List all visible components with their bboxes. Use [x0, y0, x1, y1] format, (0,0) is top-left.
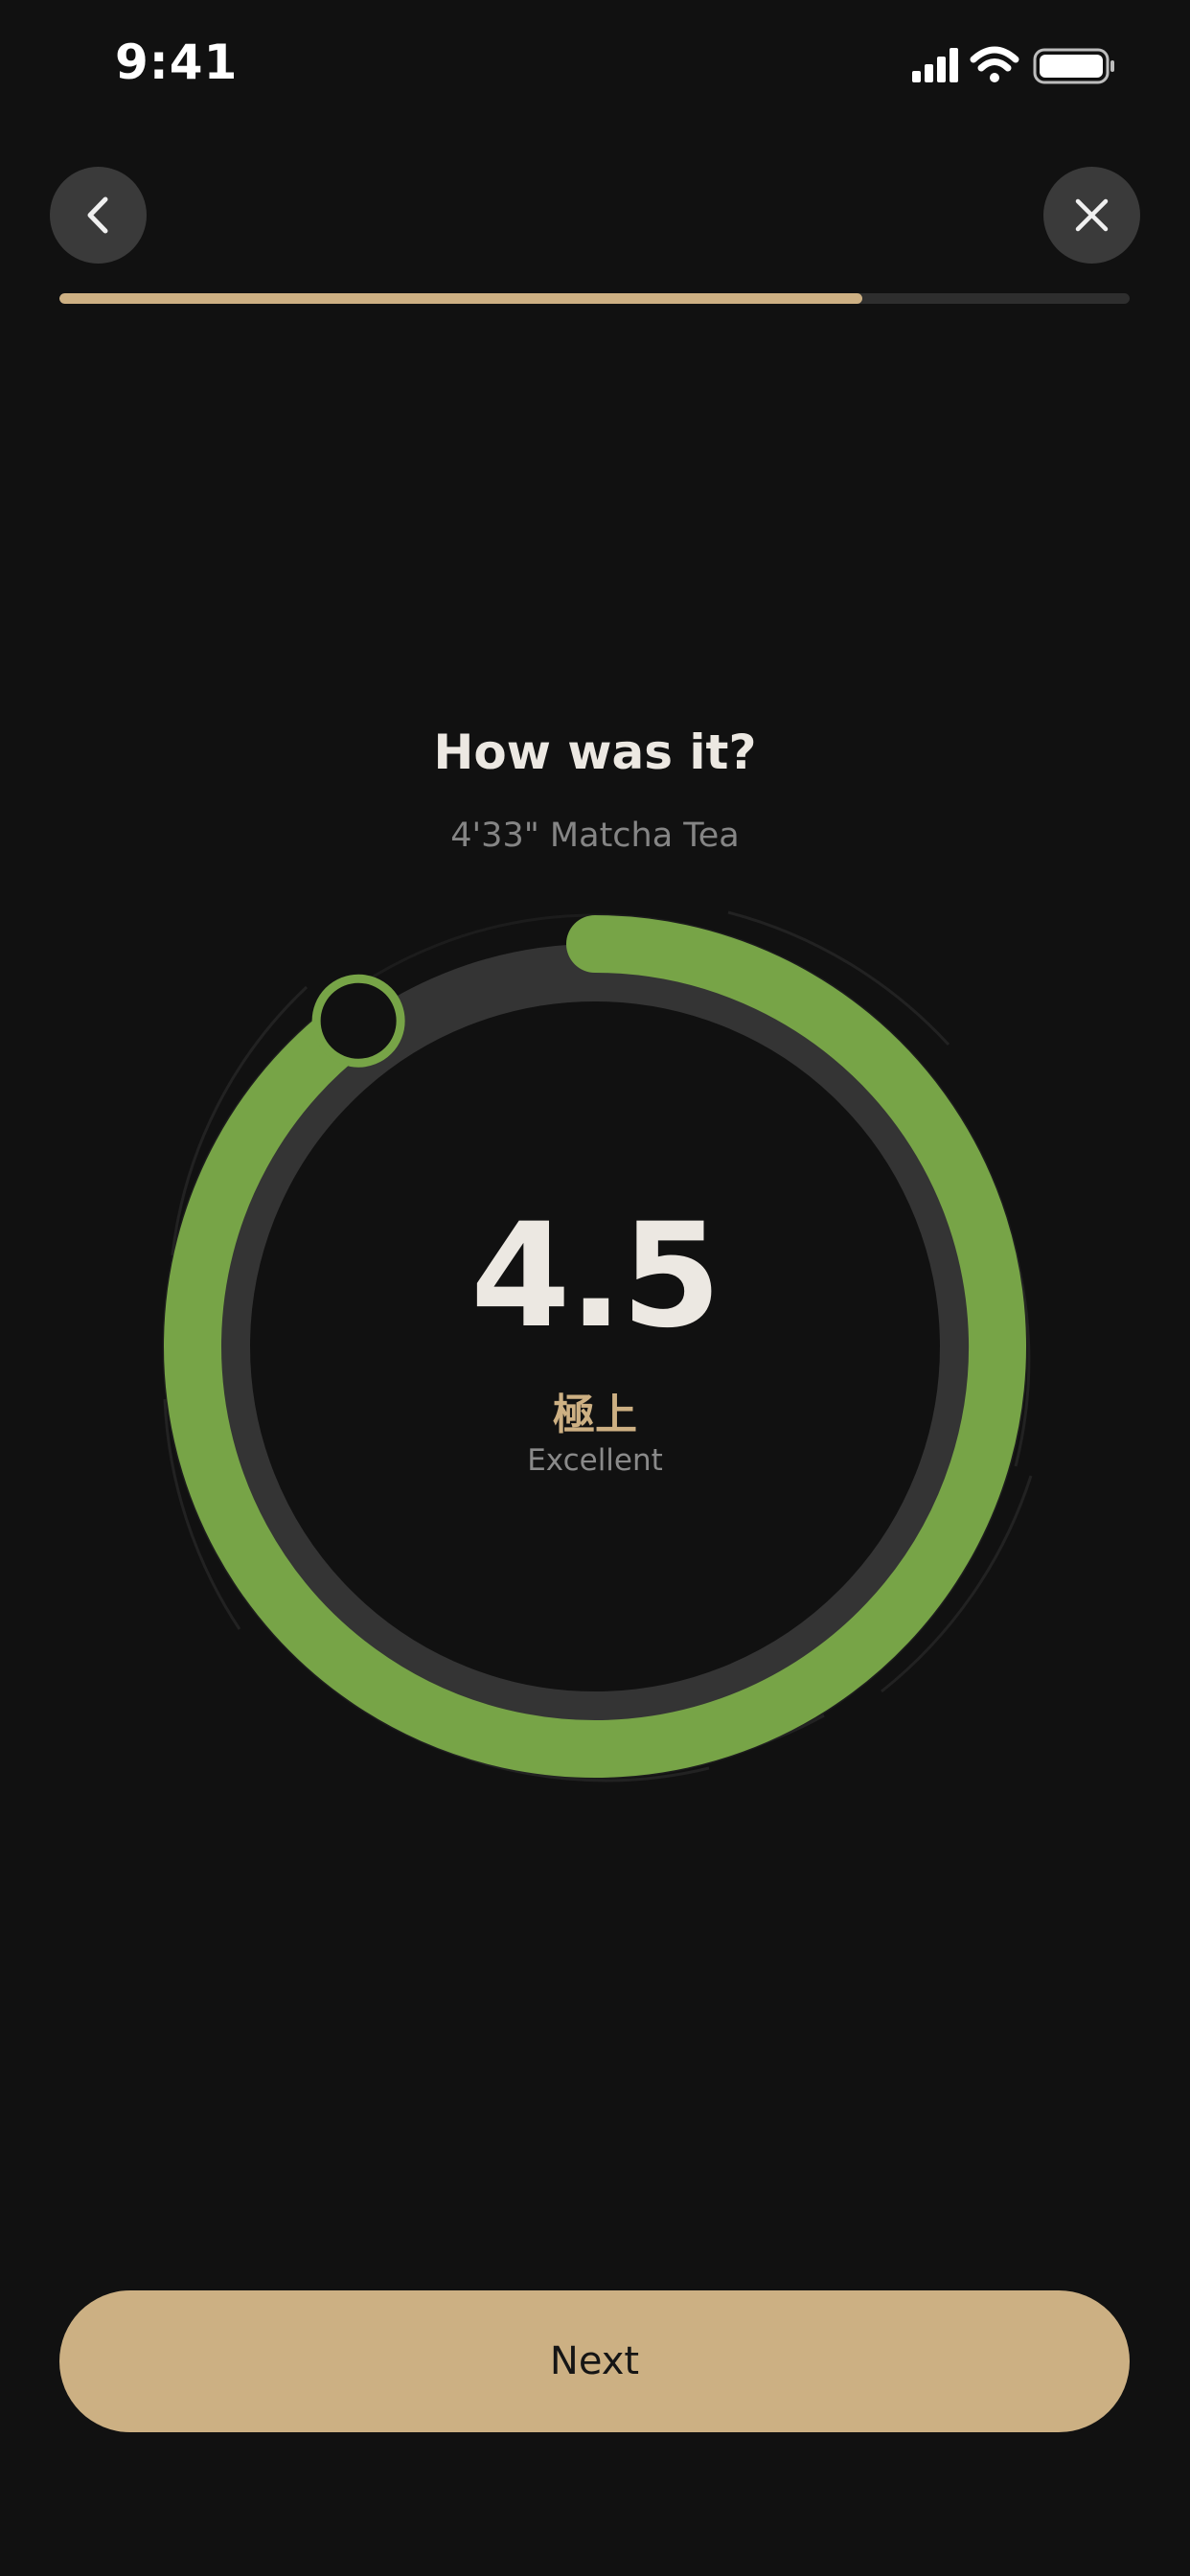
progress-fill — [59, 293, 862, 304]
page-title: How was it? — [433, 724, 757, 780]
progress-bar — [59, 293, 1130, 304]
score-value: 4.5 — [470, 1193, 721, 1360]
status-bar: 9:41 — [0, 0, 1190, 134]
score-label-jp: 極上 — [553, 1391, 637, 1439]
next-button[interactable]: Next — [59, 2290, 1130, 2432]
close-button[interactable] — [1043, 167, 1140, 264]
score-label-en: Excellent — [527, 1443, 663, 1478]
back-button[interactable] — [50, 167, 147, 264]
tea-subtitle: 4'33" Matcha Tea — [450, 816, 740, 855]
status-time: 9:41 — [115, 34, 239, 90]
wifi-icon — [970, 46, 1019, 82]
close-icon — [1075, 198, 1109, 232]
cellular-signal-icon — [912, 48, 958, 82]
chevron-left-icon — [87, 196, 108, 234]
dial-handle[interactable] — [311, 974, 405, 1068]
status-icons — [901, 42, 1131, 88]
battery-icon — [1033, 48, 1114, 84]
